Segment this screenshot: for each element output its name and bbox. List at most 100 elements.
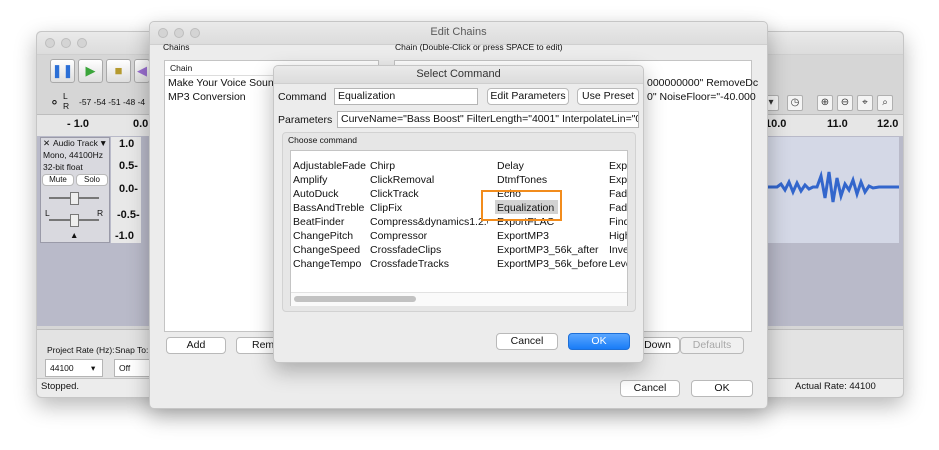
track-info-format: 32-bit float	[43, 162, 83, 172]
microphone-icon[interactable]: ⚬	[49, 95, 60, 111]
list-item[interactable]: MP3 Conversion	[168, 91, 246, 103]
track-info-rate: Mono, 44100Hz	[43, 150, 104, 160]
ruler-tick: - 1.0	[67, 118, 90, 130]
list-item[interactable]: Inve	[609, 244, 627, 256]
list-item[interactable]: Compress&dynamics1.2.6	[370, 216, 488, 228]
list-item[interactable]: CrossfadeTracks	[370, 258, 449, 270]
list-item[interactable]: ChangeSpeed	[293, 244, 360, 256]
zoom-in-icon[interactable]: ⊕	[817, 95, 833, 111]
ruler-tick: 12.0	[877, 118, 899, 130]
skip-start-button[interactable]: ◀	[134, 59, 150, 83]
close-window-icon[interactable]	[45, 38, 55, 48]
choose-command-label: Choose command	[288, 135, 357, 145]
track-name[interactable]: Audio Track	[53, 138, 98, 148]
pan-l-label: L	[45, 208, 50, 218]
scrollbar-thumb[interactable]	[294, 296, 416, 302]
list-item[interactable]: ExportMP3_56k_after	[497, 244, 599, 256]
list-item[interactable]: ExportMP3	[497, 230, 549, 242]
command-column-clip: Expo Expo Fade Fade Find High Inve Leve	[608, 151, 627, 291]
list-item[interactable]: ExportMP3_56k_before	[497, 258, 607, 270]
edit-parameters-button[interactable]: Edit Parameters	[487, 88, 569, 105]
list-item[interactable]: High	[609, 230, 627, 242]
list-item[interactable]: Delay	[497, 160, 524, 172]
amp-label: -1.0	[115, 230, 134, 242]
zoom-out-icon[interactable]: ⊖	[837, 95, 853, 111]
chain-command-row[interactable]: 0" NoiseFloor="-40.000	[647, 91, 756, 103]
list-item[interactable]: AdjustableFade	[293, 160, 366, 172]
list-item[interactable]: ClickTrack	[370, 188, 419, 200]
parameters-input[interactable]: CurveName="Bass Boost" FilterLength="400…	[337, 111, 639, 128]
add-chain-button[interactable]: Add	[166, 337, 226, 354]
waveform	[767, 170, 899, 203]
meter-r-label: R	[63, 101, 70, 111]
meter-scale: -57 -54 -51 -48 -4	[79, 97, 146, 107]
command-label: Command	[278, 91, 327, 103]
project-rate-label: Project Rate (Hz):	[47, 345, 115, 355]
ok-button[interactable]: OK	[568, 333, 630, 350]
use-preset-button[interactable]: Use Preset	[577, 88, 639, 105]
zoom-fit-selection-icon[interactable]: ⌖	[857, 95, 873, 111]
defaults-button[interactable]: Defaults	[680, 337, 744, 354]
play-button[interactable]: ▶	[78, 59, 103, 83]
stop-button[interactable]: ■	[106, 59, 131, 83]
minimize-window-icon[interactable]	[61, 38, 71, 48]
snap-to-label: Snap To:	[115, 345, 149, 355]
pause-button[interactable]: ❚❚	[50, 59, 75, 83]
zoom-window-icon[interactable]	[77, 38, 87, 48]
list-item[interactable]: Expo	[609, 174, 627, 186]
parameters-label: Parameters	[278, 114, 333, 126]
amp-label: 0.5-	[119, 160, 138, 172]
cancel-button[interactable]: Cancel	[496, 333, 558, 350]
list-item[interactable]: Compressor	[370, 230, 427, 242]
ruler-tick: 0.0	[133, 118, 149, 130]
list-item[interactable]: BassAndTreble	[293, 202, 364, 214]
chain-command-row[interactable]: 000000000" RemoveDc	[647, 77, 758, 89]
list-item[interactable]: Leve	[609, 258, 627, 270]
list-item[interactable]: Make Your Voice Sound	[168, 77, 280, 89]
chains-header-text: Chain	[170, 63, 193, 73]
amp-label: 1.0	[119, 138, 135, 150]
meter-l-label: L	[63, 91, 68, 101]
command-input[interactable]: Equalization	[334, 88, 478, 105]
list-item[interactable]: Find	[609, 216, 627, 228]
list-item[interactable]: CrossfadeClips	[370, 244, 441, 256]
select-command-titlebar: Select Command	[274, 66, 643, 84]
select-command-title: Select Command	[416, 68, 501, 80]
amp-label: -0.5-	[117, 209, 140, 221]
ok-button[interactable]: OK	[691, 380, 753, 397]
pan-r-label: R	[97, 208, 104, 218]
status-text: Stopped.	[41, 381, 80, 392]
chevron-down-icon[interactable]: ▾	[91, 363, 95, 374]
mute-button[interactable]: Mute	[42, 174, 74, 186]
solo-button[interactable]: Solo	[76, 174, 108, 186]
list-item[interactable]: Fade	[609, 202, 627, 214]
zoom-fit-icon[interactable]: ⌕	[877, 95, 893, 111]
list-item[interactable]: DtmfTones	[497, 174, 547, 186]
list-item[interactable]: ClickRemoval	[370, 174, 434, 186]
list-item[interactable]: Fade	[609, 188, 627, 200]
gain-slider-thumb[interactable]	[70, 192, 79, 205]
list-item[interactable]: ChangePitch	[293, 230, 353, 242]
chain-pane-label: Chain (Double-Click or press SPACE to ed…	[395, 42, 563, 52]
edit-chains-title: Edit Chains	[430, 26, 487, 38]
collapse-track-icon[interactable]: ▲	[70, 230, 78, 240]
list-item[interactable]: AutoDuck	[293, 188, 339, 200]
ruler-tick: 10.0	[765, 118, 787, 130]
track-close-icon[interactable]: ✕	[43, 138, 50, 149]
command-list[interactable]	[290, 150, 628, 306]
snap-to-select[interactable]: Off	[114, 359, 150, 377]
list-item[interactable]: Chirp	[370, 160, 395, 172]
list-item[interactable]: Amplify	[293, 174, 327, 186]
actual-rate: Actual Rate: 44100	[795, 381, 876, 392]
list-item[interactable]: ChangeTempo	[293, 258, 361, 270]
list-item[interactable]: BeatFinder	[293, 216, 344, 228]
list-item[interactable]: ClipFix	[370, 202, 402, 214]
cancel-button[interactable]: Cancel	[620, 380, 680, 397]
amp-label: 0.0-	[119, 183, 138, 195]
timer-icon[interactable]: ◷	[787, 95, 803, 111]
list-item[interactable]: Expo	[609, 160, 627, 172]
chains-label: Chains	[163, 42, 190, 52]
pan-slider-thumb[interactable]	[70, 214, 79, 227]
ruler-tick: 11.0	[827, 118, 848, 130]
track-menu-chevron-icon[interactable]: ▼	[99, 138, 107, 148]
